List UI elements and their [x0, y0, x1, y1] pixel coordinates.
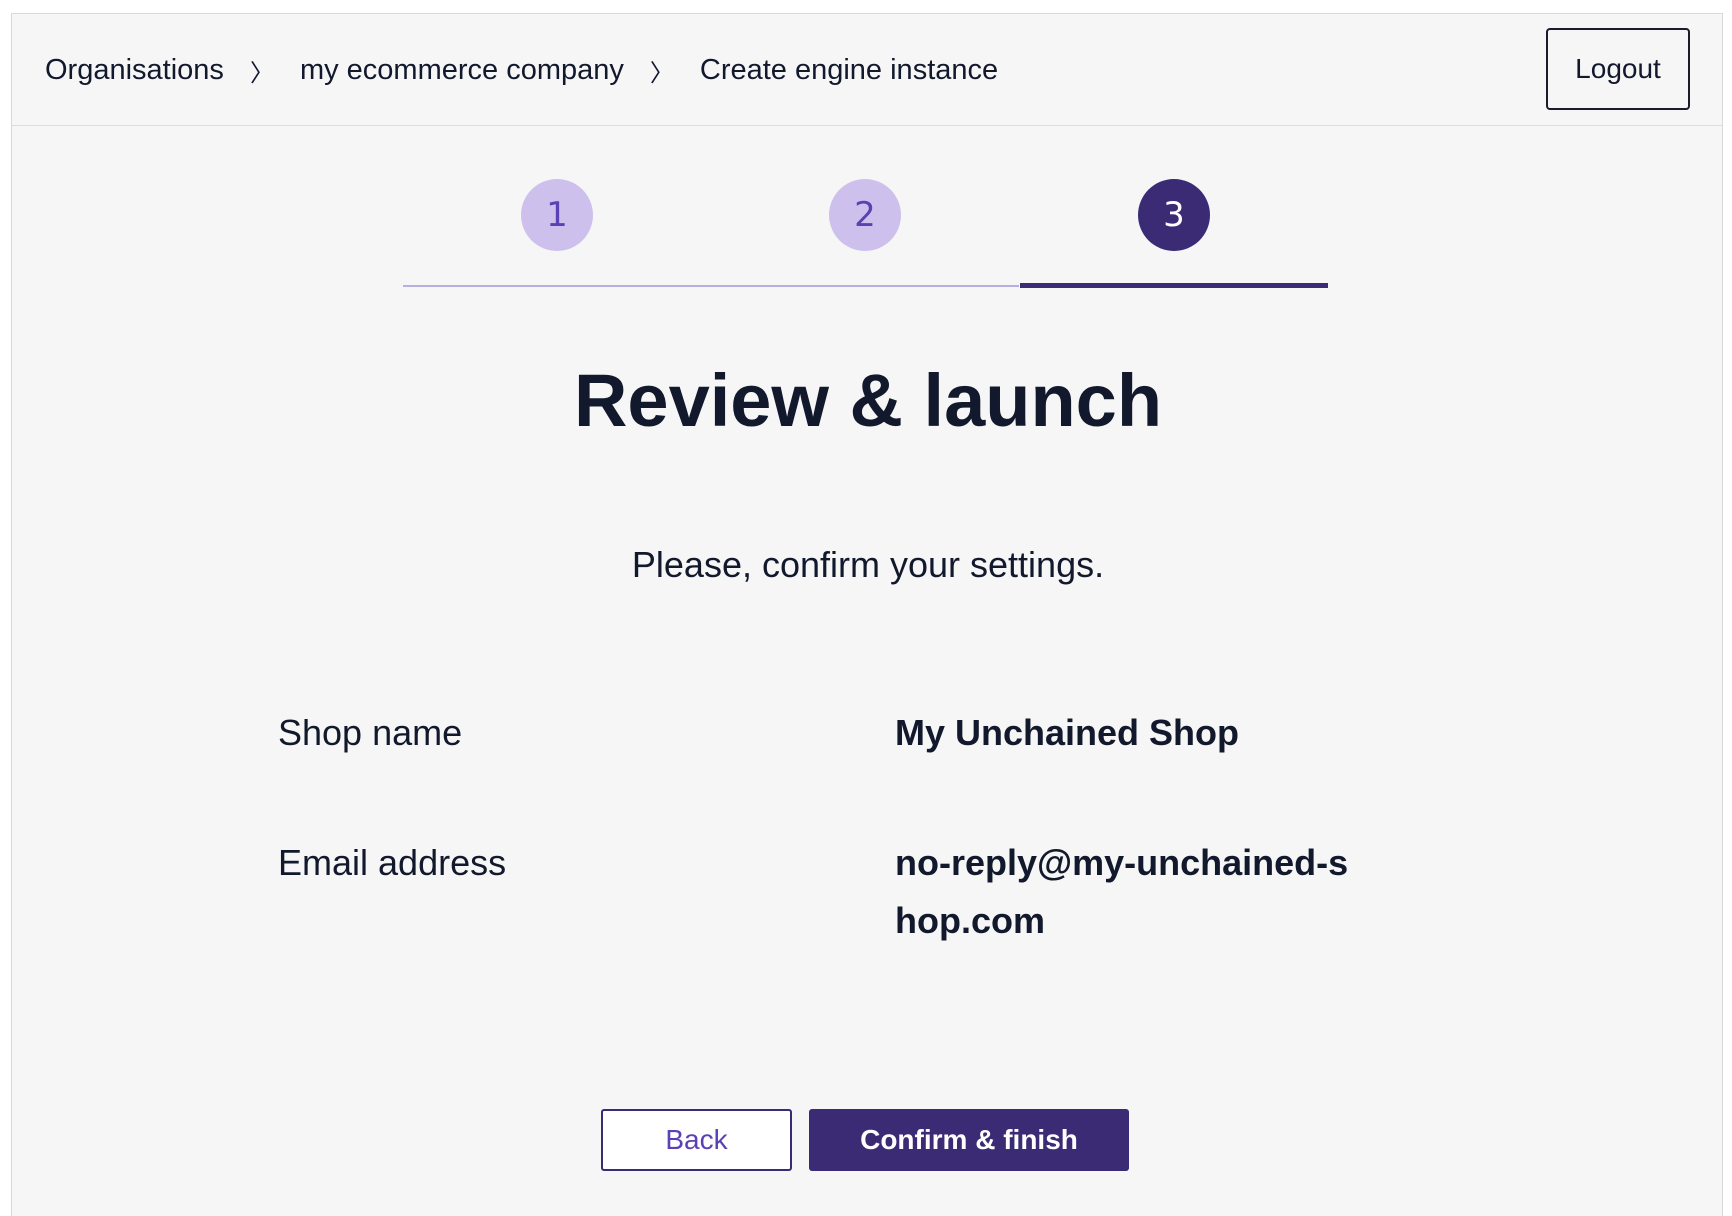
step-1[interactable]: 1: [403, 166, 711, 289]
step-1-progress-line: [403, 285, 711, 287]
back-button[interactable]: Back: [601, 1109, 792, 1171]
step-2-progress-line: [711, 285, 1019, 287]
page-subtitle: Please, confirm your settings.: [631, 544, 1105, 585]
step-3: 3: [1020, 166, 1328, 289]
settings-summary: Shop name My Unchained Shop Email addres…: [278, 704, 1378, 964]
breadcrumb-company[interactable]: my ecommerce company: [300, 54, 624, 87]
setting-label: Email address: [278, 842, 507, 883]
breadcrumb-create-engine-instance: Create engine instance: [699, 53, 999, 86]
setting-value: My Unchained Shop: [895, 712, 1240, 753]
top-header: Organisations 〉 my ecommerce company 〉 C…: [12, 14, 1722, 126]
step-2[interactable]: 2: [711, 166, 1019, 289]
chevron-right-icon: 〉: [249, 58, 274, 87]
chevron-right-icon: 〉: [649, 58, 674, 87]
step-1-circle: 1: [521, 179, 593, 251]
setting-row-shop-name: Shop name My Unchained Shop: [278, 704, 1378, 834]
setting-value: no-reply@my-unchained-shop.com: [895, 842, 1349, 941]
page-frame: Organisations 〉 my ecommerce company 〉 C…: [11, 13, 1723, 1216]
breadcrumb: Organisations 〉 my ecommerce company 〉 C…: [45, 14, 998, 126]
setting-row-email-address: Email address no-reply@my-unchained-shop…: [278, 834, 1378, 964]
step-3-progress-line: [1020, 283, 1328, 288]
progress-stepper: 1 2 3: [403, 166, 1328, 289]
setting-label: Shop name: [278, 712, 463, 753]
logout-button[interactable]: Logout: [1546, 28, 1690, 110]
confirm-finish-button[interactable]: Confirm & finish: [809, 1109, 1129, 1171]
page-title: Review & launch: [573, 359, 1163, 442]
breadcrumb-organisations[interactable]: Organisations: [45, 54, 224, 87]
step-2-circle: 2: [829, 179, 901, 251]
step-3-circle: 3: [1138, 179, 1210, 251]
